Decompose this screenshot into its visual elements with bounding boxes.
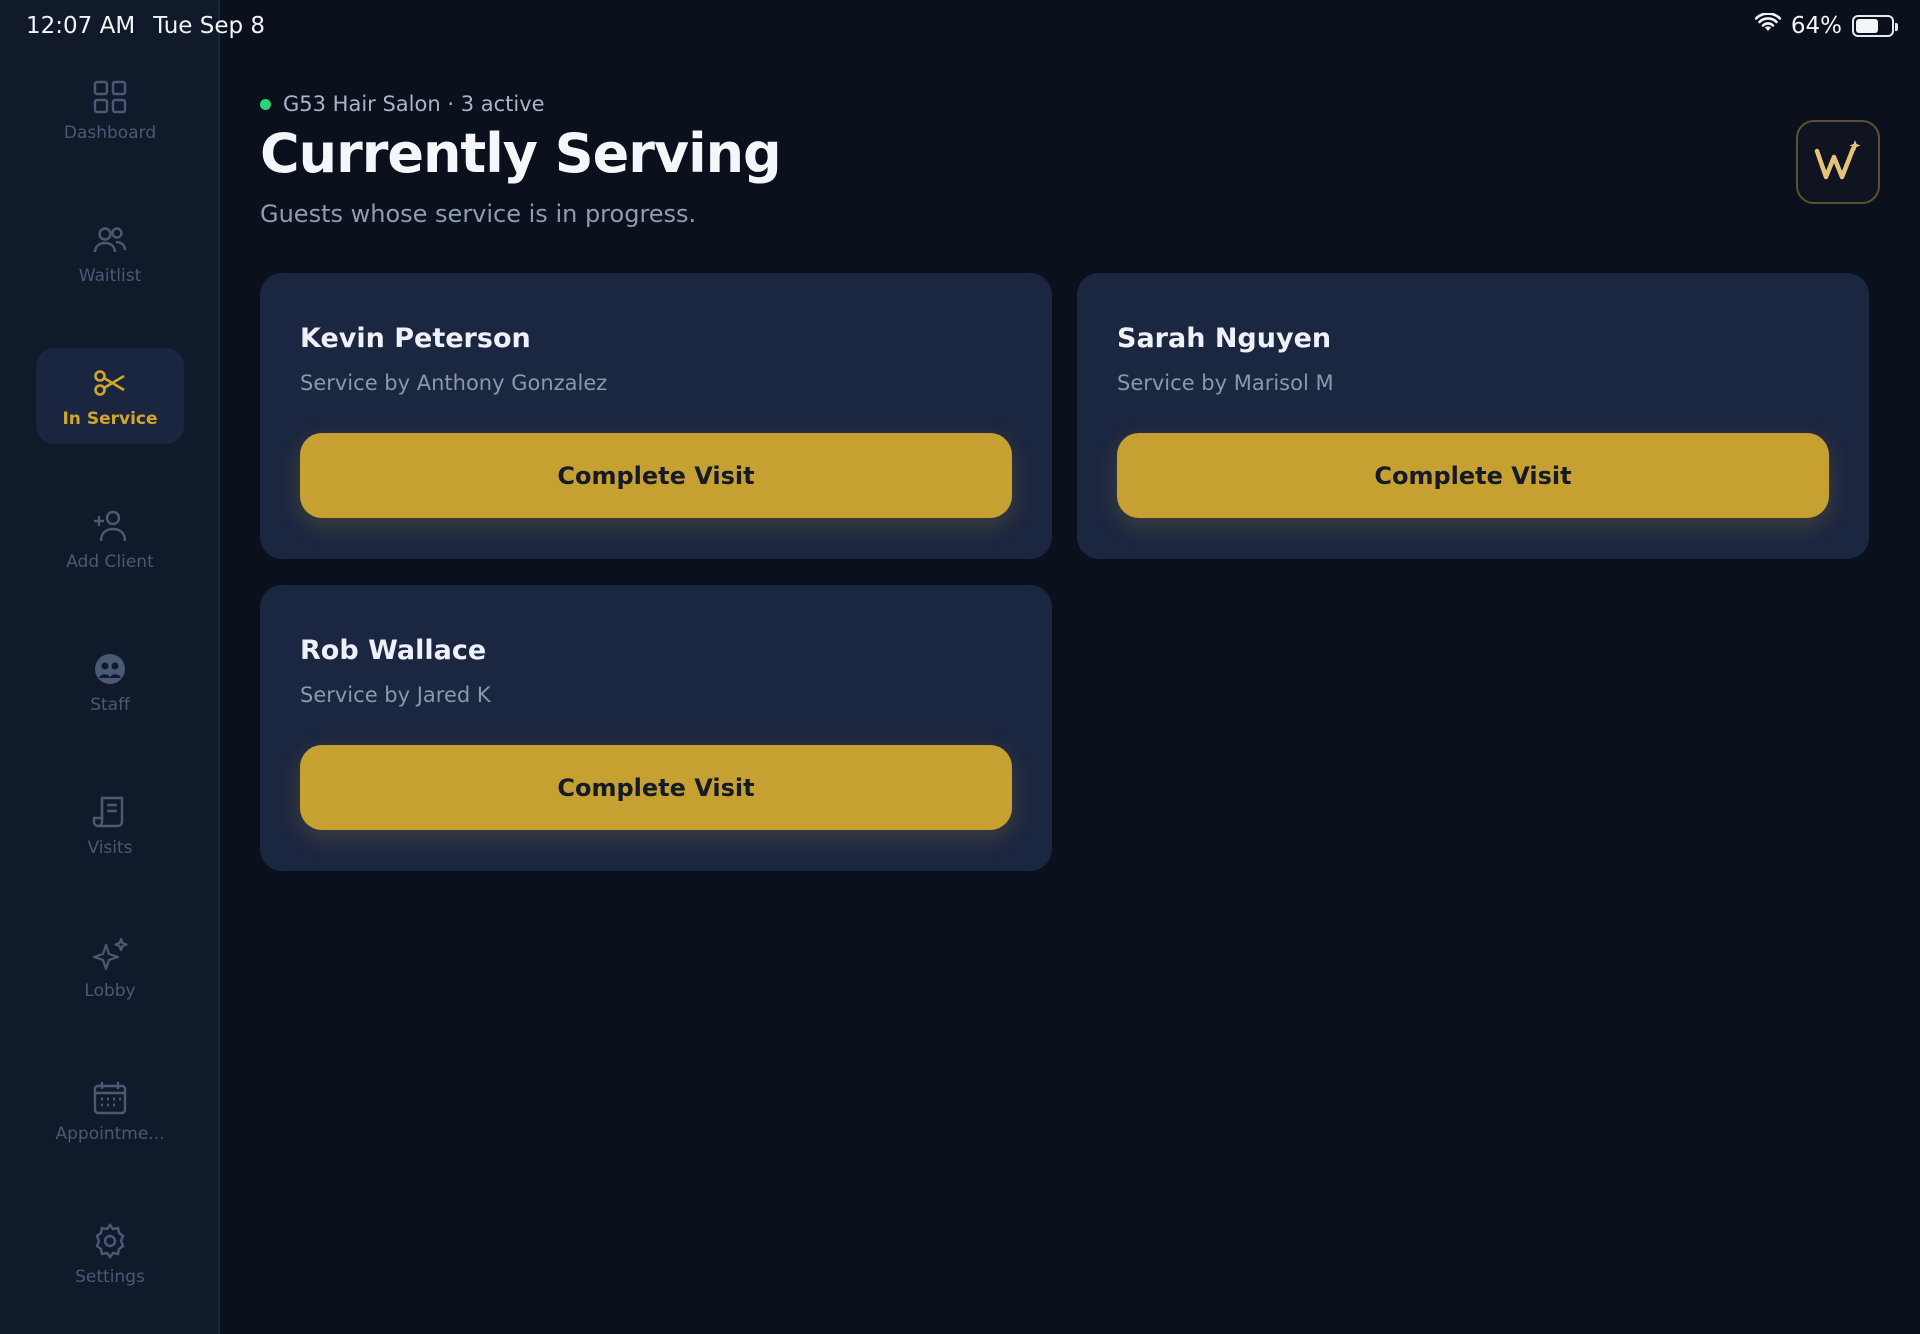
sidebar-item-lobby[interactable]: Lobby bbox=[36, 920, 184, 1016]
sidebar-item-settings[interactable]: Settings bbox=[36, 1206, 184, 1302]
salon-status-text: G53 Hair Salon · 3 active bbox=[283, 92, 545, 116]
people-icon bbox=[93, 227, 127, 253]
sidebar-item-label: Waitlist bbox=[78, 266, 142, 286]
complete-visit-button[interactable]: Complete Visit bbox=[300, 745, 1012, 830]
w-logo-icon bbox=[1814, 140, 1861, 180]
scissors-icon bbox=[94, 370, 125, 396]
status-bar: 12:07 AM Tue Sep 8 64% bbox=[0, 0, 1920, 52]
salon-status: G53 Hair Salon · 3 active bbox=[260, 92, 545, 116]
service-provider: Service by Jared K bbox=[300, 683, 491, 707]
complete-visit-button[interactable]: Complete Visit bbox=[300, 433, 1012, 518]
sidebar-item-in-service[interactable]: In Service bbox=[36, 348, 184, 444]
client-name: Rob Wallace bbox=[300, 635, 487, 666]
wifi-icon bbox=[1754, 12, 1782, 39]
sidebar-item-label: Lobby bbox=[84, 981, 136, 1001]
sidebar-item-waitlist[interactable]: Waitlist bbox=[36, 205, 184, 301]
service-card: Rob Wallace Service by Jared K Complete … bbox=[260, 585, 1052, 871]
battery-icon bbox=[1852, 15, 1898, 37]
staff-icon bbox=[95, 654, 125, 684]
service-card: Kevin Peterson Service by Anthony Gonzal… bbox=[260, 273, 1052, 559]
sparkles-icon bbox=[92, 937, 128, 971]
client-name: Kevin Peterson bbox=[300, 323, 531, 354]
page-description: Guests whose service is in progress. bbox=[260, 200, 697, 228]
sidebar-item-label: Add Client bbox=[66, 552, 154, 572]
receipt-icon bbox=[92, 796, 124, 828]
service-card: Sarah Nguyen Service by Marisol M Comple… bbox=[1077, 273, 1869, 559]
add-person-icon bbox=[94, 510, 127, 542]
brand-logo-button[interactable] bbox=[1796, 120, 1880, 204]
complete-visit-button[interactable]: Complete Visit bbox=[1117, 433, 1829, 518]
gear-icon bbox=[95, 1223, 125, 1259]
page-title: Currently Serving bbox=[260, 122, 782, 185]
sidebar-item-label: Appointme... bbox=[55, 1124, 165, 1144]
active-status-dot bbox=[260, 98, 271, 110]
status-time: 12:07 AM bbox=[26, 13, 136, 39]
sidebar: Dashboard Waitlist In Service Add Client… bbox=[0, 0, 220, 1334]
sidebar-item-label: In Service bbox=[62, 409, 158, 429]
sidebar-item-label: Settings bbox=[75, 1267, 145, 1287]
sidebar-item-label: Visits bbox=[87, 838, 133, 858]
grid-icon bbox=[93, 80, 127, 114]
battery-percent: 64% bbox=[1790, 13, 1842, 39]
battery-fill bbox=[1856, 19, 1878, 33]
main-content: G53 Hair Salon · 3 active Currently Serv… bbox=[260, 0, 1920, 1334]
calendar-icon bbox=[93, 1082, 127, 1115]
service-provider: Service by Marisol M bbox=[1117, 371, 1334, 395]
sidebar-item-visits[interactable]: Visits bbox=[36, 777, 184, 873]
sidebar-item-label: Staff bbox=[90, 695, 130, 715]
client-name: Sarah Nguyen bbox=[1117, 323, 1332, 354]
sidebar-item-staff[interactable]: Staff bbox=[36, 634, 184, 730]
service-provider: Service by Anthony Gonzalez bbox=[300, 371, 608, 395]
sidebar-item-label: Dashboard bbox=[63, 123, 157, 143]
sidebar-item-appointments[interactable]: Appointme... bbox=[36, 1063, 184, 1159]
sidebar-item-add-client[interactable]: Add Client bbox=[36, 491, 184, 587]
status-date: Tue Sep 8 bbox=[153, 13, 266, 39]
sidebar-item-dashboard[interactable]: Dashboard bbox=[36, 62, 184, 158]
